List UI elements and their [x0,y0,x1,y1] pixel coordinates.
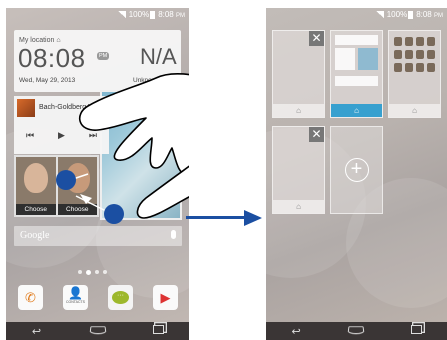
photo-widget[interactable] [100,90,182,220]
page-dot [103,270,107,274]
set-home-icon[interactable]: ⌂ [389,104,440,117]
page-dot [95,270,99,274]
battery-icon [408,10,414,19]
contact-photo [24,163,48,193]
app-grid-preview [394,37,435,72]
contact-slot[interactable]: Choose [16,157,56,215]
messaging-app-icon[interactable]: ··· [108,285,133,310]
message-icon: ··· [112,291,129,304]
phone-app-icon[interactable]: ✆ [18,285,43,310]
google-search-bar[interactable]: Google [14,226,182,246]
page-thumbnail[interactable]: ✕ ⌂ [272,30,325,118]
contact-photo [65,163,90,193]
music-controls: ⏮ ▶ ⏭ [14,130,109,141]
contacts-person-icon: 👤 [68,285,83,300]
status-time: 8:08 [416,10,432,19]
play-store-app-icon[interactable]: ▶ [153,285,178,310]
status-bar: 100% 8:08 PM [266,8,447,22]
battery-percent: 100% [386,10,408,19]
recents-icon[interactable] [402,325,432,337]
home-icon[interactable] [341,325,371,337]
set-home-icon[interactable]: ⌂ [273,104,324,117]
weather-condition: N/A [140,44,177,69]
home-icon[interactable] [83,325,113,337]
stage: 100% 8:08 PM My location ⌂ 08:08 PM Wed, … [0,0,447,340]
signal-icon [117,11,126,19]
play-icon[interactable]: ▶ [58,130,65,141]
battery-icon [150,10,156,19]
transition-arrow-icon [186,210,262,226]
music-widget[interactable]: Bach-Goldberg V ⏮ ▶ ⏭ [14,96,109,154]
battery-percent: 100% [128,10,150,19]
page-indicator [78,270,107,275]
track-title: Bach-Goldberg V [39,104,93,111]
page-dot [78,270,82,274]
home-page-icon[interactable]: ⌂ [331,104,382,117]
page-thumbnail-active[interactable]: ⌂ [330,30,383,118]
weather-city: Unknown [133,77,161,84]
status-ampm: PM [434,13,443,19]
next-icon[interactable]: ⏭ [89,130,97,141]
page-preview [335,35,378,89]
back-icon[interactable]: ↩ [281,325,311,338]
home-screen-left: 100% 8:08 PM My location ⌂ 08:08 PM Wed, … [6,8,189,340]
contacts-app-icon[interactable]: 👤 CONTACTS [63,285,88,310]
signal-icon [375,11,384,19]
page-thumbnail[interactable]: ⌂ [388,30,441,118]
google-label: Google [20,230,50,241]
contact-widgets: Choose Choose [14,155,99,217]
clock-time: 08:08 [18,43,86,73]
dock: ✆ 👤 CONTACTS ··· ▶ [18,285,178,311]
weather-widget[interactable]: My location ⌂ 08:08 PM Wed, May 29, 2013… [14,30,181,92]
nav-bar: ↩ [6,322,189,340]
microphone-icon[interactable] [171,230,176,239]
status-time: 8:08 [158,10,174,19]
contact-slot[interactable]: Choose [57,157,97,215]
contacts-app-label: CONTACTS [66,299,85,304]
status-ampm: PM [176,13,185,19]
status-bar: 100% 8:08 PM [6,8,189,22]
set-home-icon[interactable]: ⌂ [273,200,324,213]
previous-icon[interactable]: ⏮ [26,130,34,141]
page-dot-active [86,270,91,275]
choose-button[interactable]: Choose [16,204,56,215]
page-thumbnail[interactable]: ✕ ⌂ [272,126,325,214]
home-screen-editor: 100% 8:08 PM ✕ ⌂ ⌂ ⌂ ✕ ⌂ + ↩ [266,8,447,340]
album-art [17,99,35,117]
close-page-icon[interactable]: ✕ [309,127,324,142]
clock-date: Wed, May 29, 2013 [19,77,76,84]
add-page-button[interactable]: + [330,126,383,214]
recents-icon[interactable] [144,325,174,337]
choose-button[interactable]: Choose [57,204,97,215]
back-icon[interactable]: ↩ [22,325,52,338]
clock-ampm: PM [97,52,110,60]
close-page-icon[interactable]: ✕ [309,31,324,46]
nav-bar: ↩ [266,322,447,340]
plus-icon: + [344,158,369,182]
